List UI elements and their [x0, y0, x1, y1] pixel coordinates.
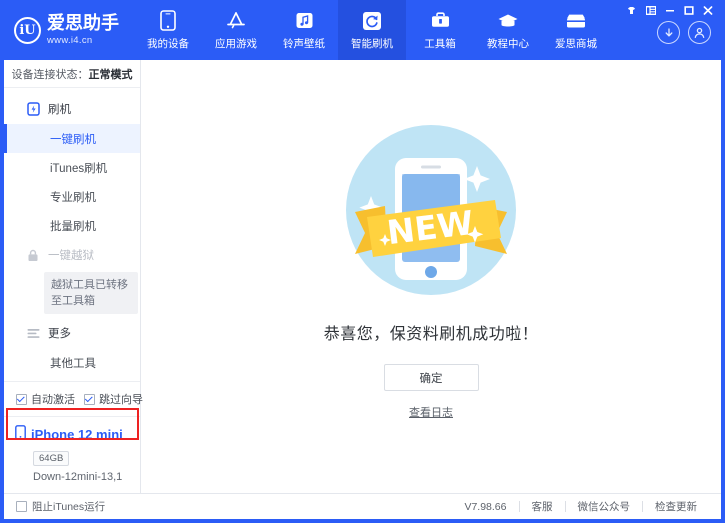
nav-label: 应用游戏 — [215, 36, 257, 51]
list-icon — [26, 326, 40, 340]
account-icon[interactable] — [688, 21, 711, 44]
flash-icon — [26, 102, 40, 116]
checkbox-box[interactable] — [16, 501, 27, 512]
auto-activate-checkbox[interactable]: 自动激活 — [16, 391, 75, 407]
block-itunes-checkbox[interactable]: 阻止iTunes运行 — [16, 499, 105, 514]
phone-icon — [157, 10, 179, 32]
status-bar-right: V7.98.66 客服 微信公众号 检查更新 — [464, 499, 709, 514]
nav-label: 教程中心 — [487, 36, 529, 51]
header-actions — [657, 21, 721, 44]
check-update-link[interactable]: 检查更新 — [643, 499, 709, 514]
app-logo[interactable]: iU 爱思助手 www.i4.cn — [4, 0, 134, 60]
sidebar-menu: 刷机 一键刷机 iTunes刷机 专业刷机 批量刷机 — [4, 88, 140, 375]
connection-status: 设备连接状态：正常模式 — [4, 60, 140, 88]
refresh-icon — [361, 10, 383, 32]
confirm-button[interactable]: 确定 — [384, 364, 479, 391]
toolbox-icon — [429, 10, 451, 32]
version-label: V7.98.66 — [464, 501, 518, 513]
sidebar-item-one-click-flash[interactable]: 一键刷机 — [4, 124, 140, 153]
main-nav: 我的设备 应用游戏 铃声壁纸 智能刷机 — [134, 0, 610, 60]
appstore-icon — [225, 10, 247, 32]
window-controls — [623, 0, 721, 18]
sidebar-group-label: 更多 — [48, 325, 71, 341]
checkbox-box[interactable] — [16, 394, 27, 405]
logo-mark-icon: iU — [14, 17, 41, 44]
logo-name: 爱思助手 — [47, 15, 119, 33]
sidebar: 设备连接状态：正常模式 刷机 一键刷机 iTunes刷机 专业刷机 — [4, 60, 141, 493]
nav-label: 我的设备 — [147, 36, 189, 51]
sidebar-item-label: 专业刷机 — [50, 189, 96, 205]
phone-icon — [15, 425, 26, 443]
nav-label: 铃声壁纸 — [283, 36, 325, 51]
connection-status-label: 设备连接状态： — [12, 66, 89, 82]
block-itunes-label: 阻止iTunes运行 — [32, 499, 105, 514]
nav-item-apps-games[interactable]: 应用游戏 — [202, 0, 270, 60]
connection-status-value: 正常模式 — [89, 66, 133, 82]
sidebar-item-itunes-flash[interactable]: iTunes刷机 — [4, 153, 140, 182]
lock-icon — [26, 248, 40, 262]
app-header: iU 爱思助手 www.i4.cn 我的设备 应用游戏 — [4, 0, 721, 60]
download-icon[interactable] — [657, 21, 680, 44]
sidebar-group-label: 刷机 — [48, 101, 71, 117]
jailbreak-tooltip: 越狱工具已转移至工具箱 — [44, 272, 138, 314]
sidebar-item-label: 一键刷机 — [50, 131, 96, 147]
logo-text: 爱思助手 www.i4.cn — [47, 15, 119, 46]
header-right-area — [623, 0, 721, 60]
customer-service-link[interactable]: 客服 — [520, 499, 565, 514]
graduation-icon — [497, 10, 519, 32]
nav-item-toolbox[interactable]: 工具箱 — [406, 0, 474, 60]
checkbox-box[interactable] — [84, 394, 95, 405]
device-info[interactable]: iPhone 12 mini 64GB Down-12mini-13,1 — [4, 416, 140, 493]
nav-label: 爱思商城 — [555, 36, 597, 51]
app-body: 设备连接状态：正常模式 刷机 一键刷机 iTunes刷机 专业刷机 — [4, 60, 721, 493]
sidebar-item-label: 批量刷机 — [50, 218, 96, 234]
skip-wizard-label: 跳过向导 — [99, 391, 143, 407]
nav-item-tutorial-center[interactable]: 教程中心 — [474, 0, 542, 60]
device-title: iPhone 12 mini — [15, 425, 140, 443]
nav-label: 工具箱 — [424, 36, 456, 51]
sidebar-item-batch-flash[interactable]: 批量刷机 — [4, 211, 140, 240]
main-content: NEW 恭喜您，保资料刷机成功啦！ 确定 查看日志 — [141, 60, 721, 493]
status-bar: 阻止iTunes运行 V7.98.66 客服 微信公众号 检查更新 — [4, 493, 721, 519]
close-icon[interactable] — [699, 4, 716, 18]
store-icon — [565, 10, 587, 32]
sidebar-group-label: 一键越狱 — [48, 247, 94, 263]
view-log-link[interactable]: 查看日志 — [409, 404, 453, 420]
new-phone-badge-illustration: NEW — [343, 122, 519, 298]
device-name: iPhone 12 mini — [31, 427, 123, 442]
minimize-icon[interactable] — [661, 4, 678, 18]
skip-wizard-checkbox[interactable]: 跳过向导 — [84, 391, 143, 407]
maximize-icon[interactable] — [680, 4, 697, 18]
sidebar-options: 自动激活 跳过向导 — [4, 382, 140, 416]
sidebar-item-other-tools[interactable]: 其他工具 — [4, 348, 140, 375]
device-capacity-badge: 64GB — [33, 451, 69, 466]
auto-activate-label: 自动激活 — [31, 391, 75, 407]
logo-url: www.i4.cn — [47, 36, 119, 46]
sidebar-group-more[interactable]: 更多 — [4, 318, 140, 348]
sidebar-item-pro-flash[interactable]: 专业刷机 — [4, 182, 140, 211]
nav-item-store[interactable]: 爱思商城 — [542, 0, 610, 60]
device-identifier: Down-12mini-13,1 — [33, 471, 140, 483]
wechat-official-link[interactable]: 微信公众号 — [566, 499, 643, 514]
skin-icon[interactable] — [623, 4, 640, 18]
nav-item-my-device[interactable]: 我的设备 — [134, 0, 202, 60]
sidebar-item-label: 其他工具 — [50, 355, 96, 371]
sidebar-item-label: iTunes刷机 — [50, 160, 107, 176]
menu-icon[interactable] — [642, 4, 659, 18]
sidebar-group-flash[interactable]: 刷机 — [4, 94, 140, 124]
nav-item-ringtones-wallpapers[interactable]: 铃声壁纸 — [270, 0, 338, 60]
nav-label: 智能刷机 — [351, 36, 393, 51]
app-window: iU 爱思助手 www.i4.cn 我的设备 应用游戏 — [0, 0, 725, 523]
nav-item-smart-flash[interactable]: 智能刷机 — [338, 0, 406, 60]
music-icon — [293, 10, 315, 32]
success-message: 恭喜您，保资料刷机成功啦！ — [324, 320, 539, 344]
sidebar-group-jailbreak: 一键越狱 — [4, 240, 140, 270]
